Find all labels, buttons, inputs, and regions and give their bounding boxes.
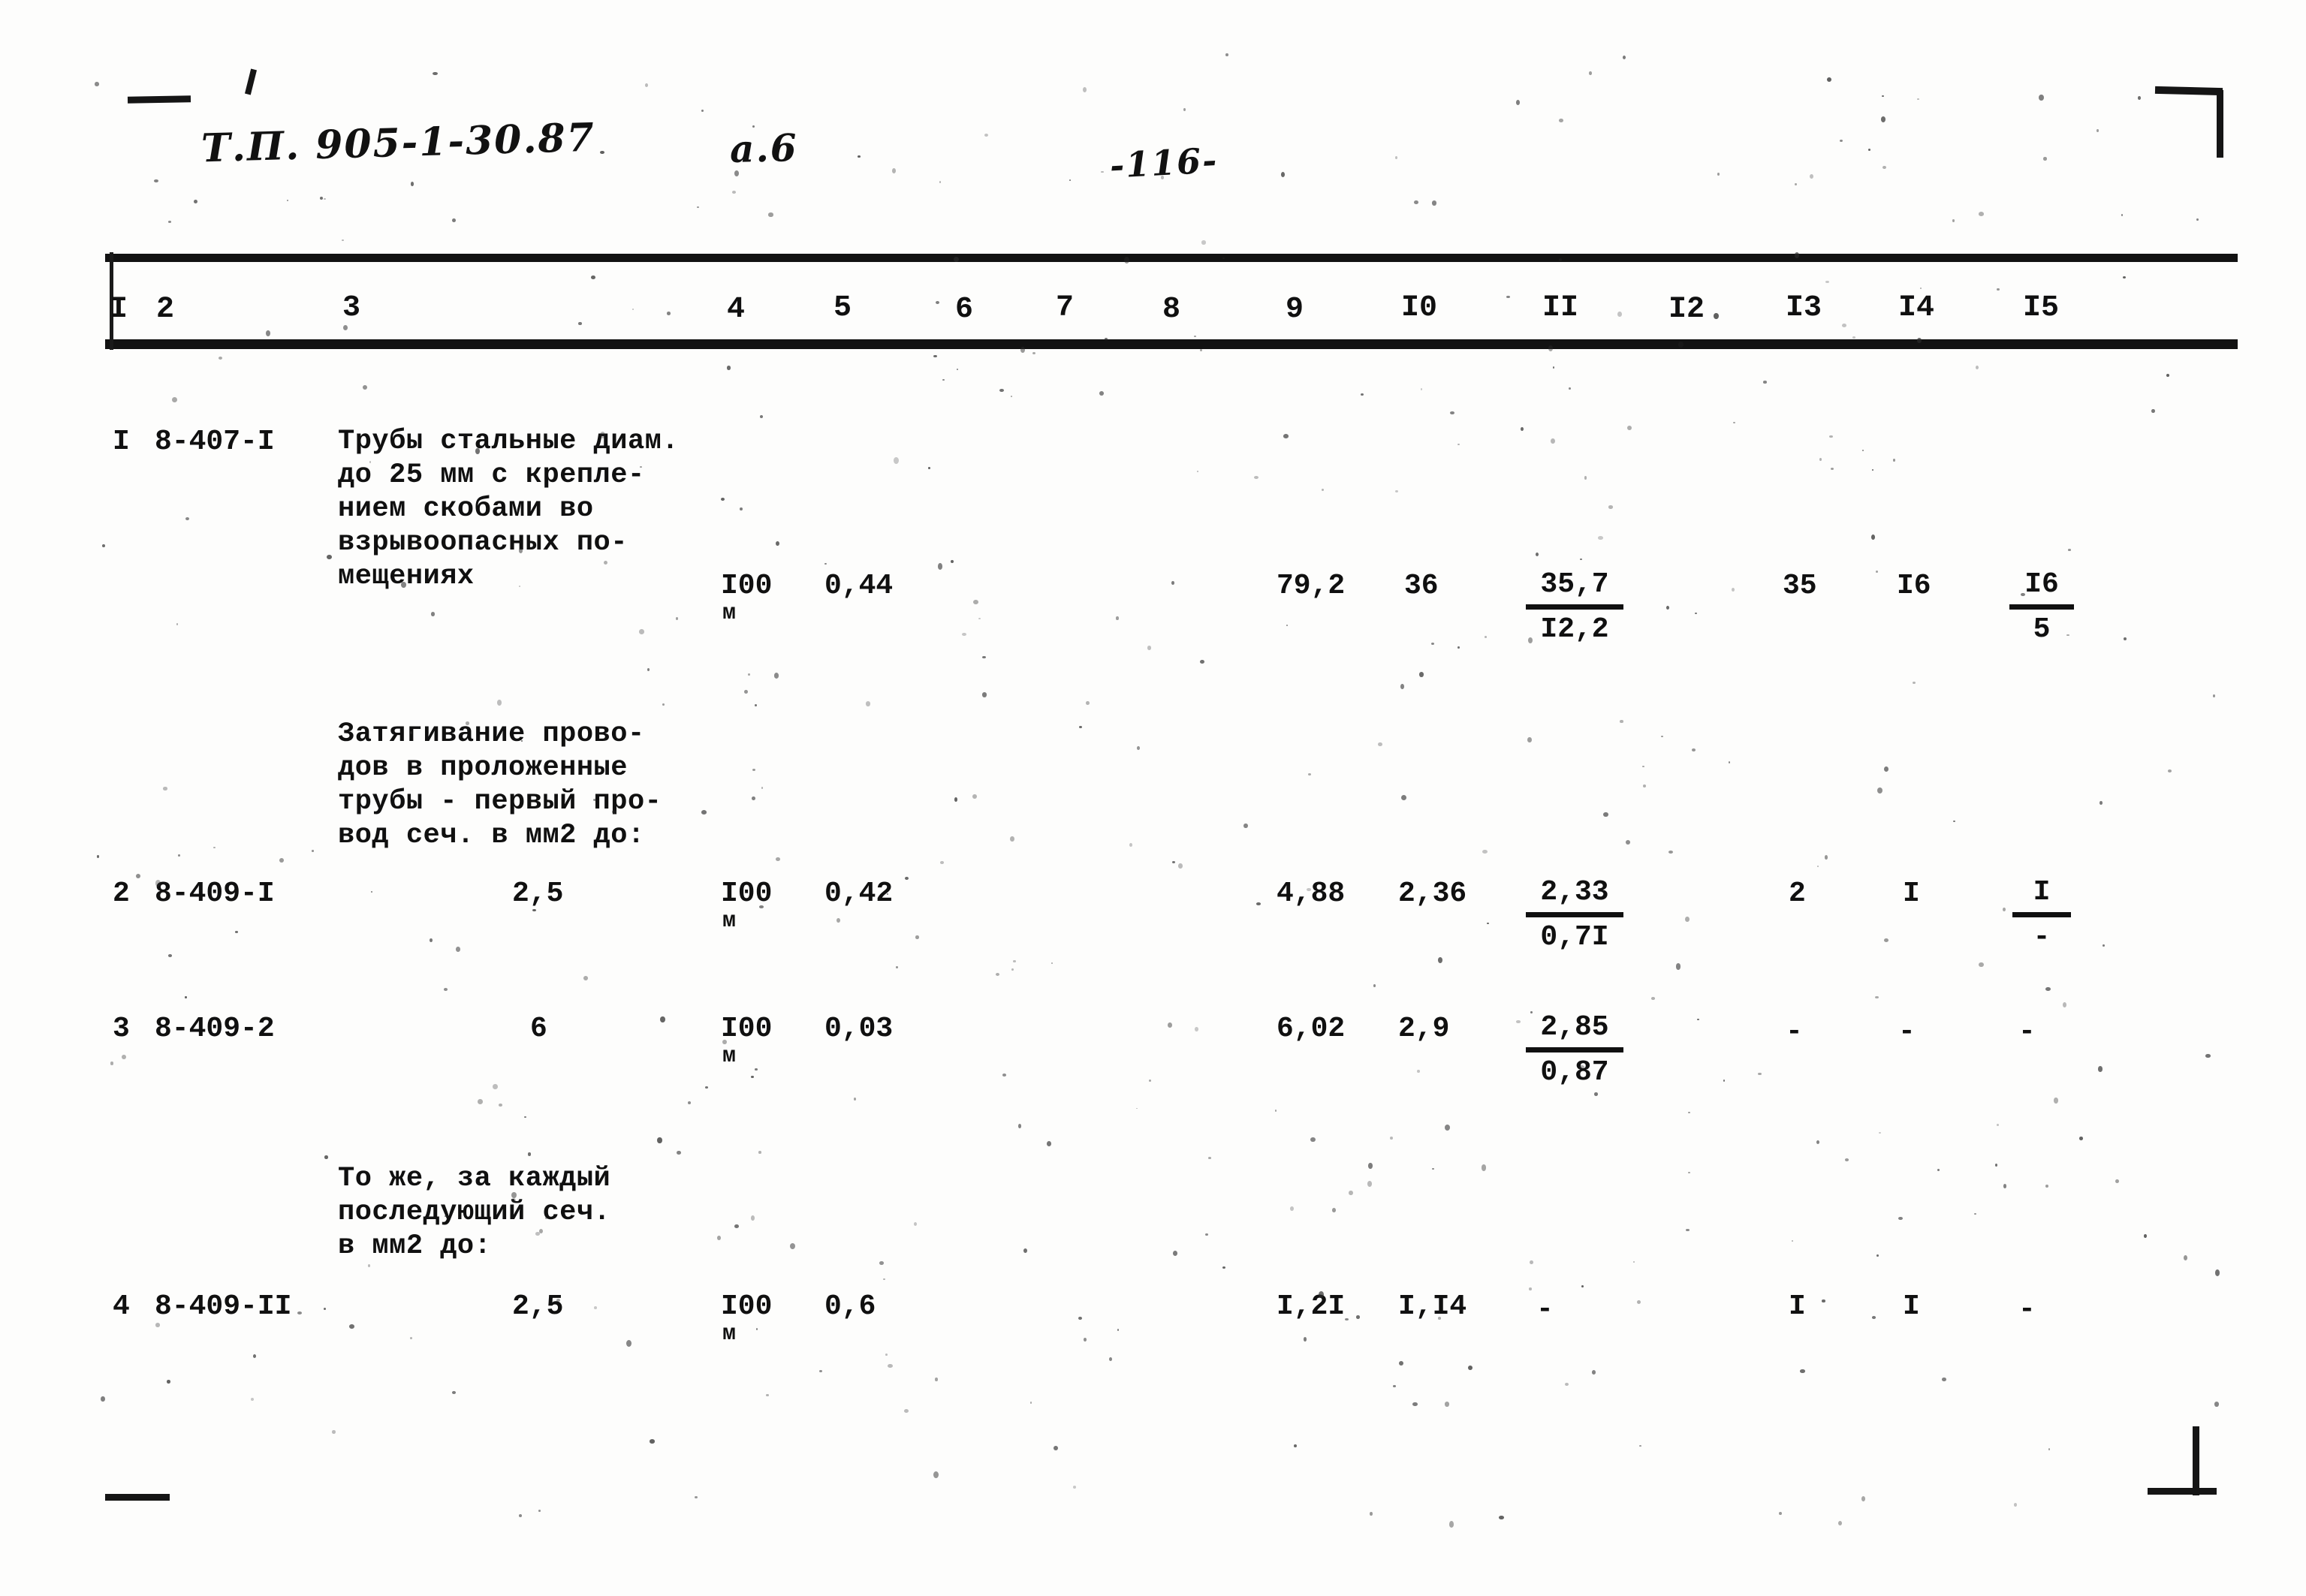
row-4-item-code: 8-409-II xyxy=(155,1290,292,1323)
row-1-col14: I6 xyxy=(1897,570,1931,602)
row-2-col15-fraction: I - xyxy=(2012,875,2071,955)
column-header-7: 7 xyxy=(1056,291,1075,325)
row-2-col11-numerator: 2,33 xyxy=(1540,876,1609,908)
row-4-col11: - xyxy=(1536,1293,1554,1326)
table-row: I xyxy=(113,426,130,458)
column-header-9: 9 xyxy=(1286,293,1304,327)
row-1-col5: 0,44 xyxy=(824,570,894,602)
column-header-5: 5 xyxy=(833,291,852,325)
column-header-13: I3 xyxy=(1786,291,1822,325)
table-row: 3 xyxy=(113,1013,130,1045)
row-1-item-code: 8-407-I xyxy=(155,426,275,458)
row-2-col13: 2 xyxy=(1789,878,1806,910)
row-1-col13: 35 xyxy=(1783,570,1817,602)
column-header-3: 3 xyxy=(342,291,361,325)
row-2-unit-qty: I00 xyxy=(721,878,773,910)
row-2-col11-denominator: 0,7I xyxy=(1540,921,1609,953)
row-4-col5: 0,6 xyxy=(824,1290,876,1323)
row-2-col11-fraction: 2,33 0,7I xyxy=(1526,875,1623,955)
column-header-2: 2 xyxy=(156,293,175,327)
column-header-15: I5 xyxy=(2023,291,2060,325)
section-caption: То же, за каждый последующий сеч. в мм2 … xyxy=(338,1163,611,1262)
fraction-bar xyxy=(1526,604,1623,610)
row-1-col15-fraction: I6 5 xyxy=(2009,568,2074,647)
column-header-12: I2 xyxy=(1668,293,1705,327)
row-3-item-code: 8-409-2 xyxy=(155,1013,275,1045)
row-3-col15: - xyxy=(2018,1016,2036,1048)
scanned-page: Т.П. 905-1-30.87 а.6 -116- I 2 3 4 5 6 7… xyxy=(0,0,2306,1596)
column-header-11: II xyxy=(1542,291,1579,325)
column-header-6: 6 xyxy=(955,293,974,327)
row-3-col5: 0,03 xyxy=(824,1013,894,1045)
row-2-col5: 0,42 xyxy=(824,878,894,910)
fraction-bar xyxy=(2009,604,2074,610)
row-3-unit-qty: I00 xyxy=(721,1013,773,1045)
row-2-col15-denominator: - xyxy=(2033,921,2051,953)
row-1-unit-qty: I00 xyxy=(721,570,773,602)
row-3-col9: 6,02 xyxy=(1277,1013,1346,1045)
row-2-col10: 2,36 xyxy=(1398,878,1467,910)
row-2-col14: I xyxy=(1903,878,1920,910)
row-1-unit-measure: м xyxy=(722,601,737,626)
cost-estimate-table: I 2 3 4 5 6 7 8 9 I0 II I2 I3 I4 I5 I 8-… xyxy=(0,0,2306,1596)
row-2-unit-measure: м xyxy=(722,908,737,934)
row-1-col11-fraction: 35,7 I2,2 xyxy=(1526,568,1623,647)
fraction-bar xyxy=(1526,912,1623,917)
row-3-col13: - xyxy=(1786,1016,1803,1048)
row-4-col13: I xyxy=(1789,1290,1806,1323)
row-3-description: 6 xyxy=(530,1013,547,1045)
row-1-col9: 79,2 xyxy=(1277,570,1346,602)
table-row: 2 xyxy=(113,878,130,910)
row-4-col14: I xyxy=(1903,1290,1920,1323)
row-3-col11-denominator: 0,87 xyxy=(1540,1056,1609,1089)
row-3-col11-fraction: 2,85 0,87 xyxy=(1526,1010,1623,1090)
row-1-col10: 36 xyxy=(1404,570,1439,602)
row-3-col14: - xyxy=(1898,1016,1916,1048)
row-3-unit-measure: м xyxy=(722,1043,737,1069)
row-1-col11-numerator: 35,7 xyxy=(1540,568,1609,601)
row-1-col15-numerator: I6 xyxy=(2024,568,2059,601)
column-header-10: I0 xyxy=(1401,291,1438,325)
table-row: 4 xyxy=(113,1290,130,1323)
row-4-col10: I,I4 xyxy=(1398,1290,1467,1323)
row-4-col9: I,2I xyxy=(1277,1290,1346,1323)
row-2-col9: 4,88 xyxy=(1277,878,1346,910)
fraction-bar xyxy=(1526,1047,1623,1052)
row-2-col15-numerator: I xyxy=(2033,876,2051,908)
row-3-col11-numerator: 2,85 xyxy=(1540,1011,1609,1043)
row-4-col15: - xyxy=(2018,1293,2036,1326)
row-4-description: 2,5 xyxy=(512,1290,564,1323)
row-1-col11-denominator: I2,2 xyxy=(1540,613,1609,646)
row-4-unit-measure: м xyxy=(722,1321,737,1347)
section-caption: Затягивание прово- дов в проложенные тру… xyxy=(338,718,662,851)
row-4-unit-qty: I00 xyxy=(721,1290,773,1323)
column-header-8: 8 xyxy=(1162,293,1181,327)
row-2-item-code: 8-409-I xyxy=(155,878,275,910)
row-1-col15-denominator: 5 xyxy=(2033,613,2051,646)
column-header-14: I4 xyxy=(1898,291,1935,325)
row-3-col10: 2,9 xyxy=(1398,1013,1450,1045)
row-2-description: 2,5 xyxy=(512,878,564,910)
column-header-4: 4 xyxy=(727,293,746,327)
row-1-description: Трубы стальные диам. до 25 мм с крепле- … xyxy=(338,426,680,592)
fraction-bar xyxy=(2012,912,2071,917)
column-header-1: I xyxy=(110,293,128,327)
